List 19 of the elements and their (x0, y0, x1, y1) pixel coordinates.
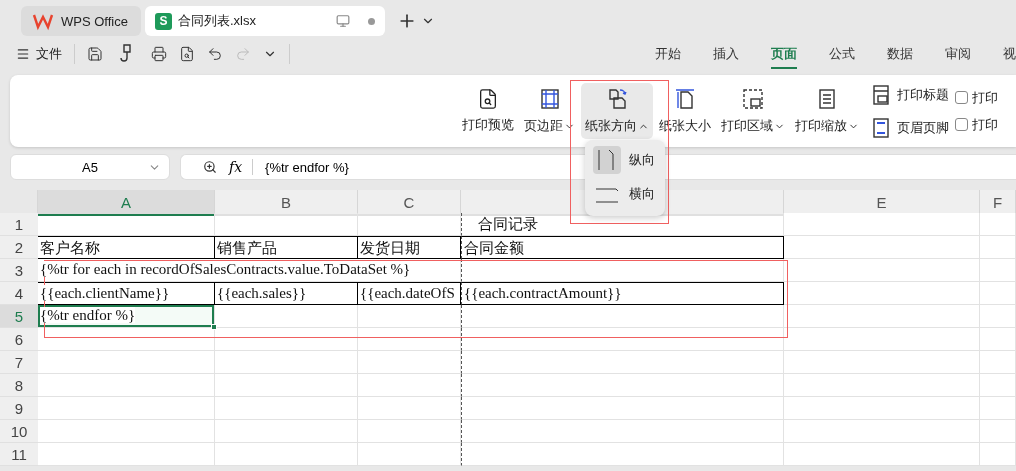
formula-text: {%tr endfor %} (265, 159, 349, 175)
spreadsheet-icon: S (155, 12, 172, 30)
cell-text: 发货日期 (360, 240, 420, 256)
cell-text: {{each.clientName}} (40, 285, 170, 301)
checkbox-label: 打印 (972, 88, 998, 107)
cell-text: {{each.contractAmount}} (464, 285, 622, 301)
menu-item-label: 纵向 (629, 151, 655, 169)
cell-text: 销售产品 (217, 240, 277, 256)
menu-item-label: 横向 (629, 185, 655, 203)
tab-title: 合同列表.xlsx (178, 12, 256, 30)
cell-text: 客户名称 (40, 240, 100, 256)
cell-text: {{each.sales}} (217, 285, 307, 301)
cell-text: {%tr endfor %} (40, 307, 136, 323)
cell-text: 合同记录 (478, 216, 538, 232)
tab-title: WPS Office (61, 13, 128, 29)
checkbox-label: 打印 (972, 115, 998, 134)
cell-text: 合同金额 (464, 240, 524, 256)
cell-text: {{each.dateOfS (360, 285, 455, 301)
cell-text: {%tr for each in recordOfSalesContracts.value.ToDataSet %} (40, 261, 411, 277)
